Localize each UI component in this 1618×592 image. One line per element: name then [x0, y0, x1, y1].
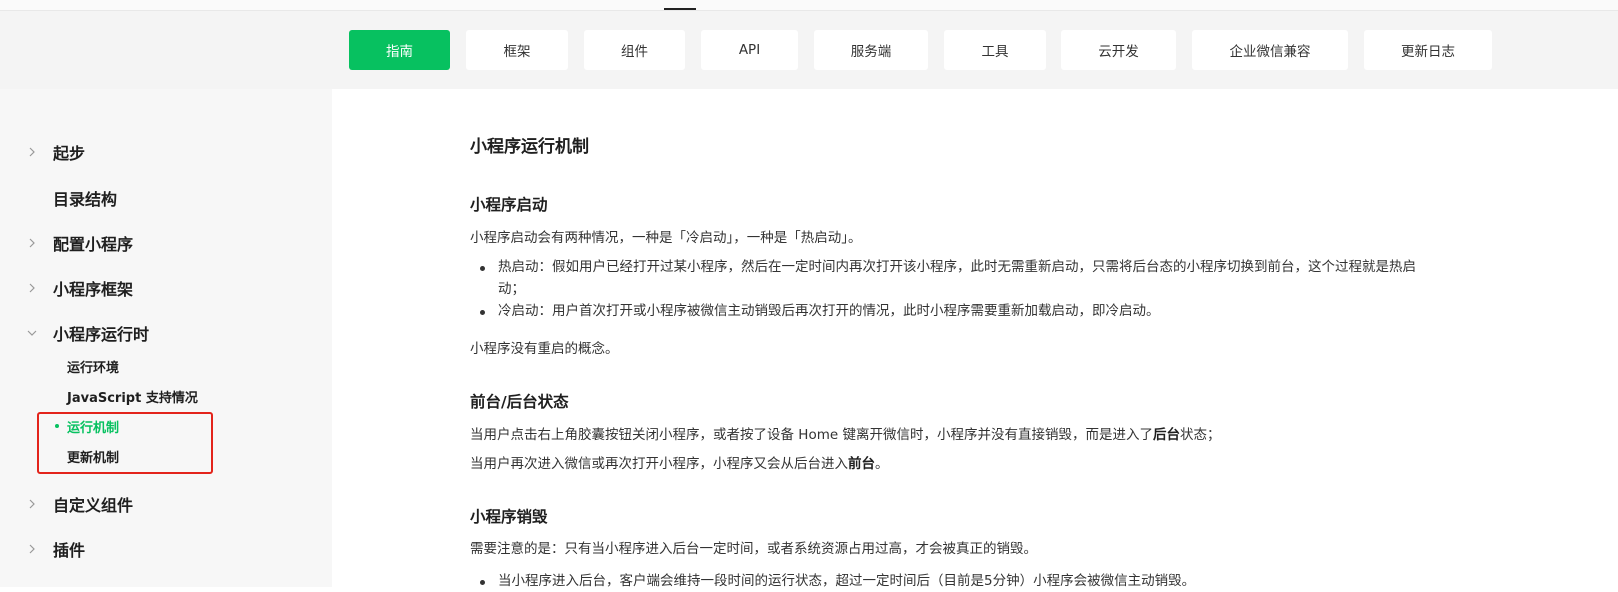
tab-cloud-dev[interactable]: 云开发	[1061, 30, 1176, 70]
chevron-right-icon	[26, 146, 38, 158]
chevron-right-icon	[26, 543, 38, 555]
sidebar-subitem-environment[interactable]: 运行环境	[67, 357, 119, 376]
chevron-right-icon	[26, 282, 38, 294]
sidebar-item-label: 小程序框架	[53, 280, 134, 299]
tab-server[interactable]: 服务端	[814, 30, 928, 70]
tab-tools[interactable]: 工具	[944, 30, 1046, 70]
sidebar-item-label: 起步	[53, 144, 86, 163]
paragraph-foreground: 当用户再次进入微信或再次打开小程序，小程序又会从后台进入前台。	[470, 456, 889, 472]
sidebar-subitem-javascript[interactable]: JavaScript 支持情况	[67, 387, 198, 406]
sidebar-item-label: 插件	[53, 541, 86, 560]
chevron-down-icon	[26, 327, 38, 339]
top-nav: 指南 框架 组件 API 服务端 工具 云开发 企业微信兼容 更新日志	[0, 11, 1618, 89]
list-item-cold-start: 冷启动：用户首次打开或小程序被微信主动销毁后再次打开的情况，此时小程序需要重新加…	[498, 303, 1160, 319]
bullet-icon	[480, 310, 485, 315]
paragraph-destroy-intro: 需要注意的是：只有当小程序进入后台一定时间，或者系统资源占用过高，才会被真正的销…	[470, 541, 1037, 557]
tab-changelog[interactable]: 更新日志	[1364, 30, 1492, 70]
list-item-hot-start: 热启动：假如用户已经打开过某小程序，然后在一定时间内再次打开该小程序，此时无需重…	[498, 259, 1416, 297]
section-heading-launch: 小程序启动	[470, 196, 548, 214]
bullet-icon	[480, 266, 485, 271]
sidebar-item-label: 目录结构	[53, 190, 118, 209]
paragraph-launch-intro: 小程序启动会有两种情况，一种是「冷启动」，一种是「热启动」。	[470, 230, 862, 246]
chevron-right-icon	[26, 498, 38, 510]
tab-enterprise-wechat[interactable]: 企业微信兼容	[1192, 30, 1348, 70]
tab-components[interactable]: 组件	[584, 30, 685, 70]
paragraph-no-restart: 小程序没有重启的概念。	[470, 341, 619, 357]
chevron-right-icon	[26, 237, 38, 249]
tab-guide[interactable]: 指南	[349, 30, 450, 70]
highlight-box	[37, 412, 213, 474]
sidebar	[0, 89, 332, 587]
sidebar-item-label: 配置小程序	[53, 235, 134, 254]
list-item-destroy-background: 当小程序进入后台，客户端会维持一段时间的运行状态，超过一定时间后（目前是5分钟）…	[498, 573, 1196, 589]
top-indicator	[664, 8, 696, 10]
top-strip	[0, 0, 1618, 11]
section-heading-destroy: 小程序销毁	[470, 508, 548, 526]
paragraph-background: 当用户点击右上角胶囊按钮关闭小程序，或者按了设备 Home 键离开微信时，小程序…	[470, 427, 1221, 443]
page-title: 小程序运行机制	[470, 137, 589, 157]
sidebar-item-label: 小程序运行时	[53, 325, 150, 344]
tab-framework[interactable]: 框架	[466, 30, 568, 70]
sidebar-item-label: 自定义组件	[53, 496, 134, 515]
tab-api[interactable]: API	[701, 30, 798, 70]
bullet-icon	[480, 580, 485, 585]
section-heading-state: 前台/后台状态	[470, 393, 569, 411]
